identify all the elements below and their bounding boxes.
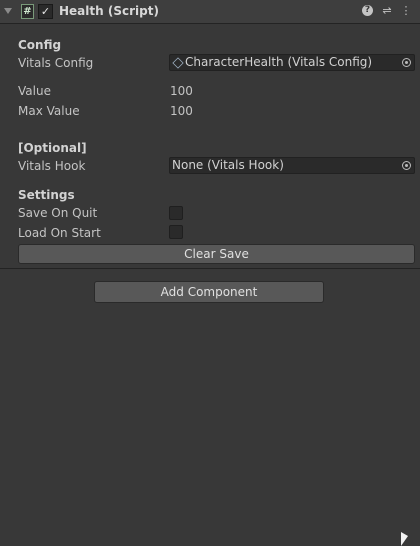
vitals-hook-field[interactable]: None (Vitals Hook) [169, 157, 415, 174]
save-on-quit-checkbox[interactable] [169, 206, 183, 220]
max-value-label: Max Value [18, 104, 80, 118]
vitals-hook-label: Vitals Hook [18, 159, 86, 173]
component-enabled-checkbox[interactable]: ✓ [38, 4, 53, 19]
component-title[interactable]: Health (Script) [59, 4, 159, 18]
component-divider [0, 268, 420, 269]
foldout-arrow-icon[interactable] [4, 8, 12, 14]
scriptable-object-icon [172, 57, 184, 69]
settings-section-title: Settings [18, 188, 75, 202]
value-readout: 100 [170, 84, 193, 98]
config-section-title: Config [18, 38, 62, 52]
load-on-start-checkbox[interactable] [169, 225, 183, 239]
script-icon: # [21, 4, 34, 19]
context-menu-icon[interactable]: ⋮ [399, 4, 413, 18]
object-picker-icon[interactable] [402, 58, 411, 67]
optional-section-title: [Optional] [18, 141, 87, 155]
help-icon[interactable]: ? [361, 4, 375, 18]
vitals-config-field[interactable]: CharacterHealth (Vitals Config) [169, 54, 415, 71]
object-picker-icon[interactable] [402, 161, 411, 170]
preset-icon[interactable]: ⇌ [380, 4, 394, 18]
component-header: # ✓ Health (Script) ? ⇌ ⋮ [0, 0, 420, 24]
value-label: Value [18, 84, 51, 98]
clear-save-button[interactable]: Clear Save [18, 244, 415, 264]
add-component-button[interactable]: Add Component [94, 281, 324, 303]
save-on-quit-label: Save On Quit [18, 206, 98, 220]
mouse-cursor-icon [401, 532, 408, 546]
vitals-config-label: Vitals Config [18, 56, 94, 70]
vitals-config-value: CharacterHealth (Vitals Config) [185, 55, 373, 69]
vitals-hook-value: None (Vitals Hook) [172, 158, 284, 172]
load-on-start-label: Load On Start [18, 226, 101, 240]
max-value-readout: 100 [170, 104, 193, 118]
